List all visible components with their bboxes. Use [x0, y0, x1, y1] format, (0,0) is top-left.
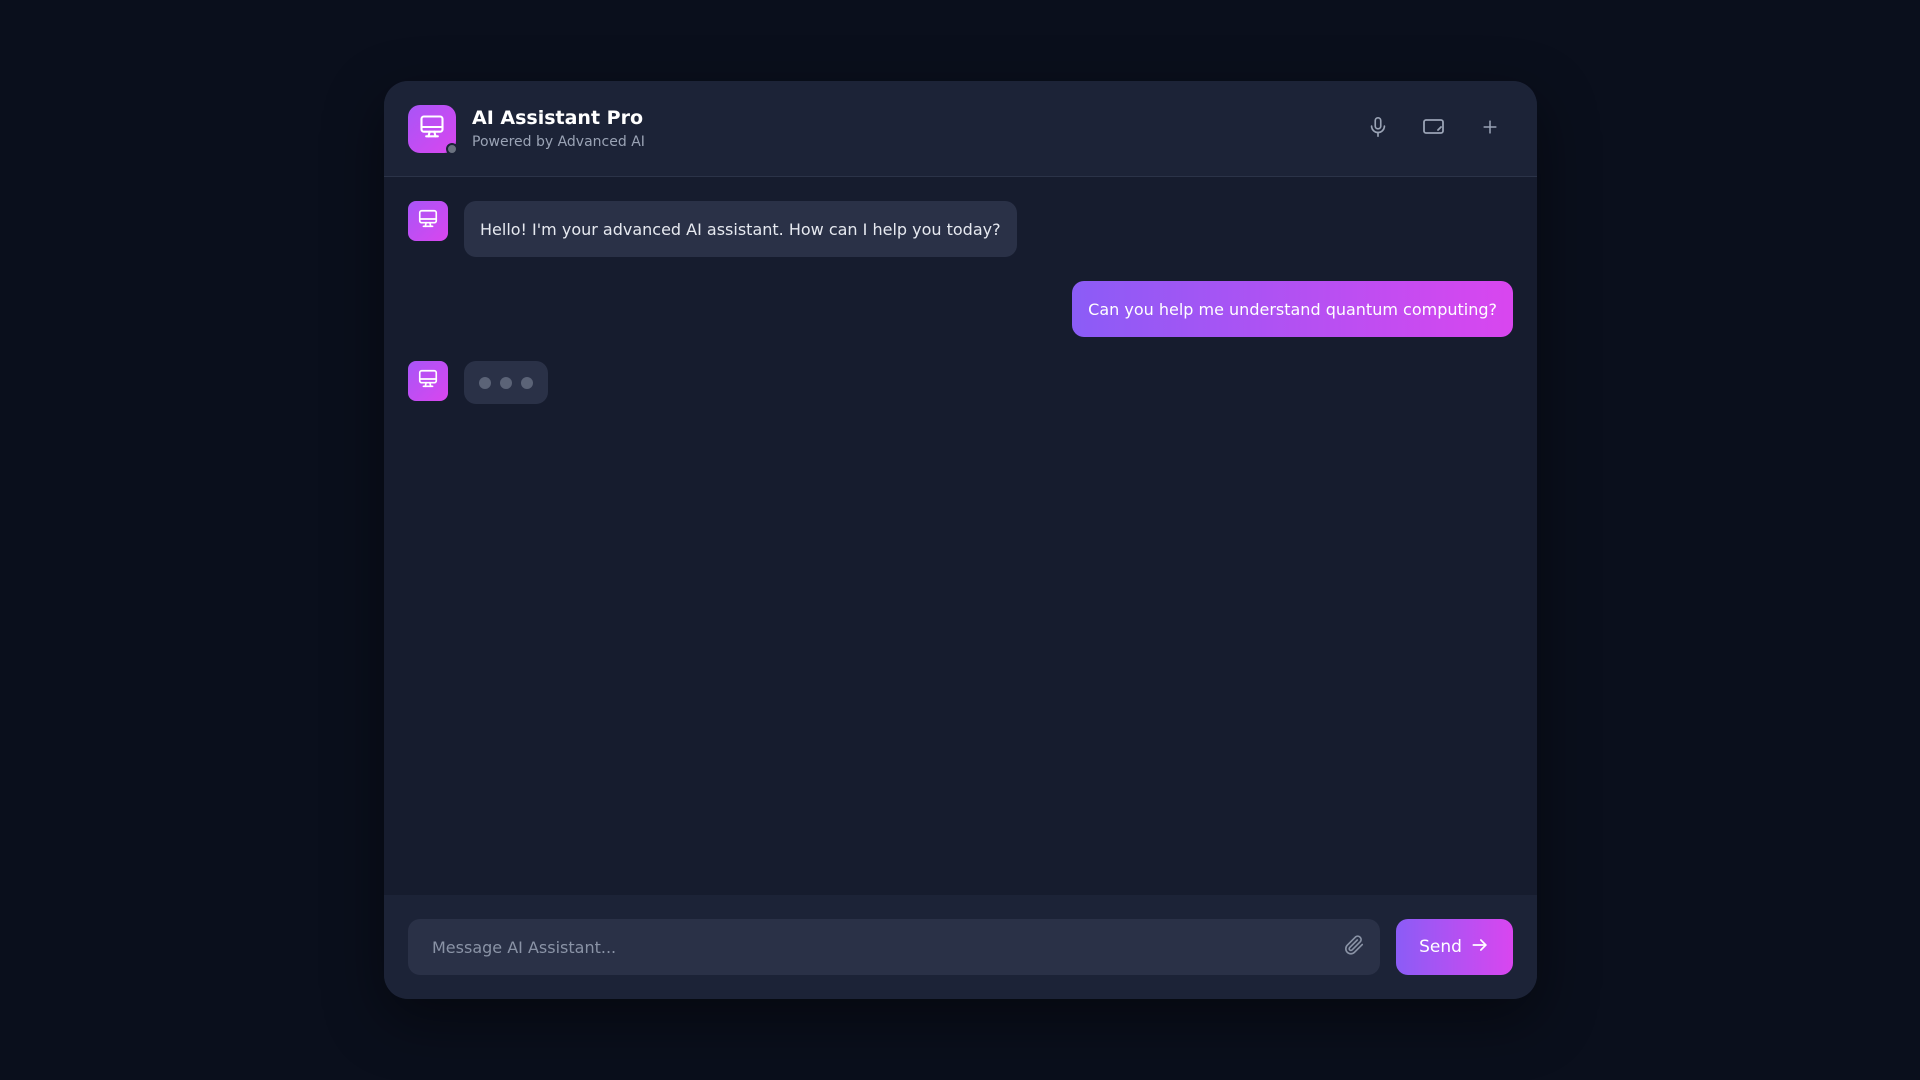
message-field — [408, 919, 1380, 975]
screen-share-icon — [1422, 116, 1446, 142]
composer: Send — [384, 895, 1537, 999]
paperclip-icon — [1343, 934, 1365, 960]
assistant-message-avatar — [408, 361, 448, 401]
assistant-avatar — [408, 105, 458, 155]
arrow-right-icon — [1470, 935, 1490, 960]
message-list: Hello! I'm your advanced AI assistant. H… — [384, 178, 1537, 975]
monitor-icon — [417, 368, 439, 394]
microphone-icon — [1367, 116, 1389, 142]
assistant-name: AI Assistant Pro — [472, 107, 644, 129]
typing-dot — [479, 376, 491, 389]
new-chat-button[interactable] — [1472, 111, 1508, 147]
assistant-message-avatar — [408, 201, 448, 241]
microphone-button[interactable] — [1360, 111, 1396, 147]
message-input[interactable] — [408, 919, 1380, 975]
attach-button[interactable] — [1340, 933, 1368, 961]
assistant-message: Hello! I'm your advanced AI assistant. H… — [464, 201, 1017, 257]
send-label: Send — [1419, 937, 1462, 957]
send-button[interactable]: Send — [1396, 919, 1513, 975]
typing-dot — [521, 376, 533, 389]
status-dot — [446, 143, 458, 155]
chat-window: AI Assistant Pro Powered by Advanced AI — [384, 81, 1537, 999]
typing-indicator — [464, 361, 548, 404]
user-message: Can you help me understand quantum compu… — [1072, 281, 1513, 337]
page: AI Assistant Pro Powered by Advanced AI — [0, 0, 1920, 1080]
chat-header: AI Assistant Pro Powered by Advanced AI — [384, 81, 1537, 177]
plus-icon — [1480, 117, 1500, 141]
screen-share-button[interactable] — [1416, 111, 1452, 147]
monitor-icon — [418, 113, 446, 145]
typing-dot — [500, 376, 512, 389]
assistant-subtitle: Powered by Advanced AI — [472, 134, 645, 150]
monitor-icon — [417, 208, 439, 234]
